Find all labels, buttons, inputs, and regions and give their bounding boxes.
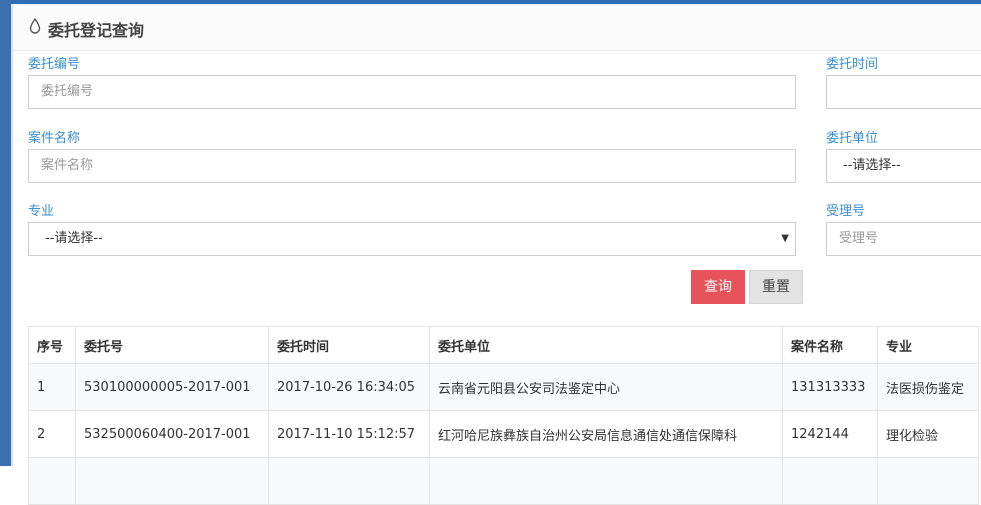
entrust-time-input[interactable] <box>826 75 981 109</box>
cell-index: 1 <box>28 363 76 411</box>
reset-button[interactable]: 重置 <box>749 270 803 304</box>
cell-specialty: 理化检验 <box>877 410 979 458</box>
cell-case-name: 131313333 <box>782 363 878 411</box>
specialty-select[interactable]: --请选择-- ▼ <box>28 222 796 256</box>
table-row[interactable]: 1 530100000005-2017-001 2017-10-26 16:34… <box>28 363 979 411</box>
col-specialty-header: 专业 <box>877 326 979 364</box>
results-table: 序号 委托号 委托时间 委托单位 案件名称 专业 1 530100000005-… <box>28 326 979 505</box>
acceptance-no-input[interactable]: 受理号 <box>826 222 981 256</box>
query-panel: 委托登记查询 委托编号 委托编号 委托时间 案件名称 案件名称 委托单位 --请… <box>13 4 981 505</box>
page-title: 委托登记查询 <box>48 21 145 40</box>
query-button[interactable]: 查询 <box>691 270 745 304</box>
specialty-label: 专业 <box>28 204 55 219</box>
col-entrust-unit-header: 委托单位 <box>429 326 783 364</box>
sidebar-edge <box>0 0 11 466</box>
cell-entrust-no <box>75 457 269 505</box>
table-row[interactable] <box>28 457 979 505</box>
entrust-unit-selected: --请选择-- <box>843 158 901 173</box>
cell-case-name <box>782 457 878 505</box>
drop-icon <box>29 18 41 34</box>
entrust-no-input[interactable]: 委托编号 <box>28 75 796 109</box>
col-entrust-time-header: 委托时间 <box>268 326 430 364</box>
col-index-header: 序号 <box>28 326 76 364</box>
table-header-row: 序号 委托号 委托时间 委托单位 案件名称 专业 <box>28 326 979 364</box>
entrust-unit-label: 委托单位 <box>826 131 879 146</box>
entrust-unit-select[interactable]: --请选择-- <box>826 149 981 183</box>
cell-index <box>28 457 76 505</box>
dropdown-arrow-icon: ▼ <box>781 233 789 244</box>
entrust-time-label: 委托时间 <box>826 57 879 72</box>
acceptance-no-label: 受理号 <box>826 204 866 219</box>
case-name-input[interactable]: 案件名称 <box>28 149 796 183</box>
cell-entrust-unit: 红河哈尼族彝族自治州公安局信息通信处通信保障科 <box>429 410 783 458</box>
table-row[interactable]: 2 532500060400-2017-001 2017-11-10 15:12… <box>28 410 979 458</box>
specialty-selected: --请选择-- <box>45 231 103 246</box>
entrust-no-label: 委托编号 <box>28 57 81 72</box>
col-case-name-header: 案件名称 <box>782 326 878 364</box>
cell-entrust-unit: 云南省元阳县公安司法鉴定中心 <box>429 363 783 411</box>
col-entrust-no-header: 委托号 <box>75 326 269 364</box>
cell-entrust-time: 2017-11-10 15:12:57 <box>268 410 430 458</box>
cell-entrust-no: 532500060400-2017-001 <box>75 410 269 458</box>
cell-entrust-time: 2017-10-26 16:34:05 <box>268 363 430 411</box>
panel-header: 委托登记查询 <box>13 4 981 51</box>
cell-specialty <box>877 457 979 505</box>
case-name-label: 案件名称 <box>28 131 81 146</box>
cell-index: 2 <box>28 410 76 458</box>
cell-specialty: 法医损伤鉴定 <box>877 363 979 411</box>
cell-entrust-unit <box>429 457 783 505</box>
cell-entrust-time <box>268 457 430 505</box>
cell-case-name: 1242144 <box>782 410 878 458</box>
cell-entrust-no: 530100000005-2017-001 <box>75 363 269 411</box>
